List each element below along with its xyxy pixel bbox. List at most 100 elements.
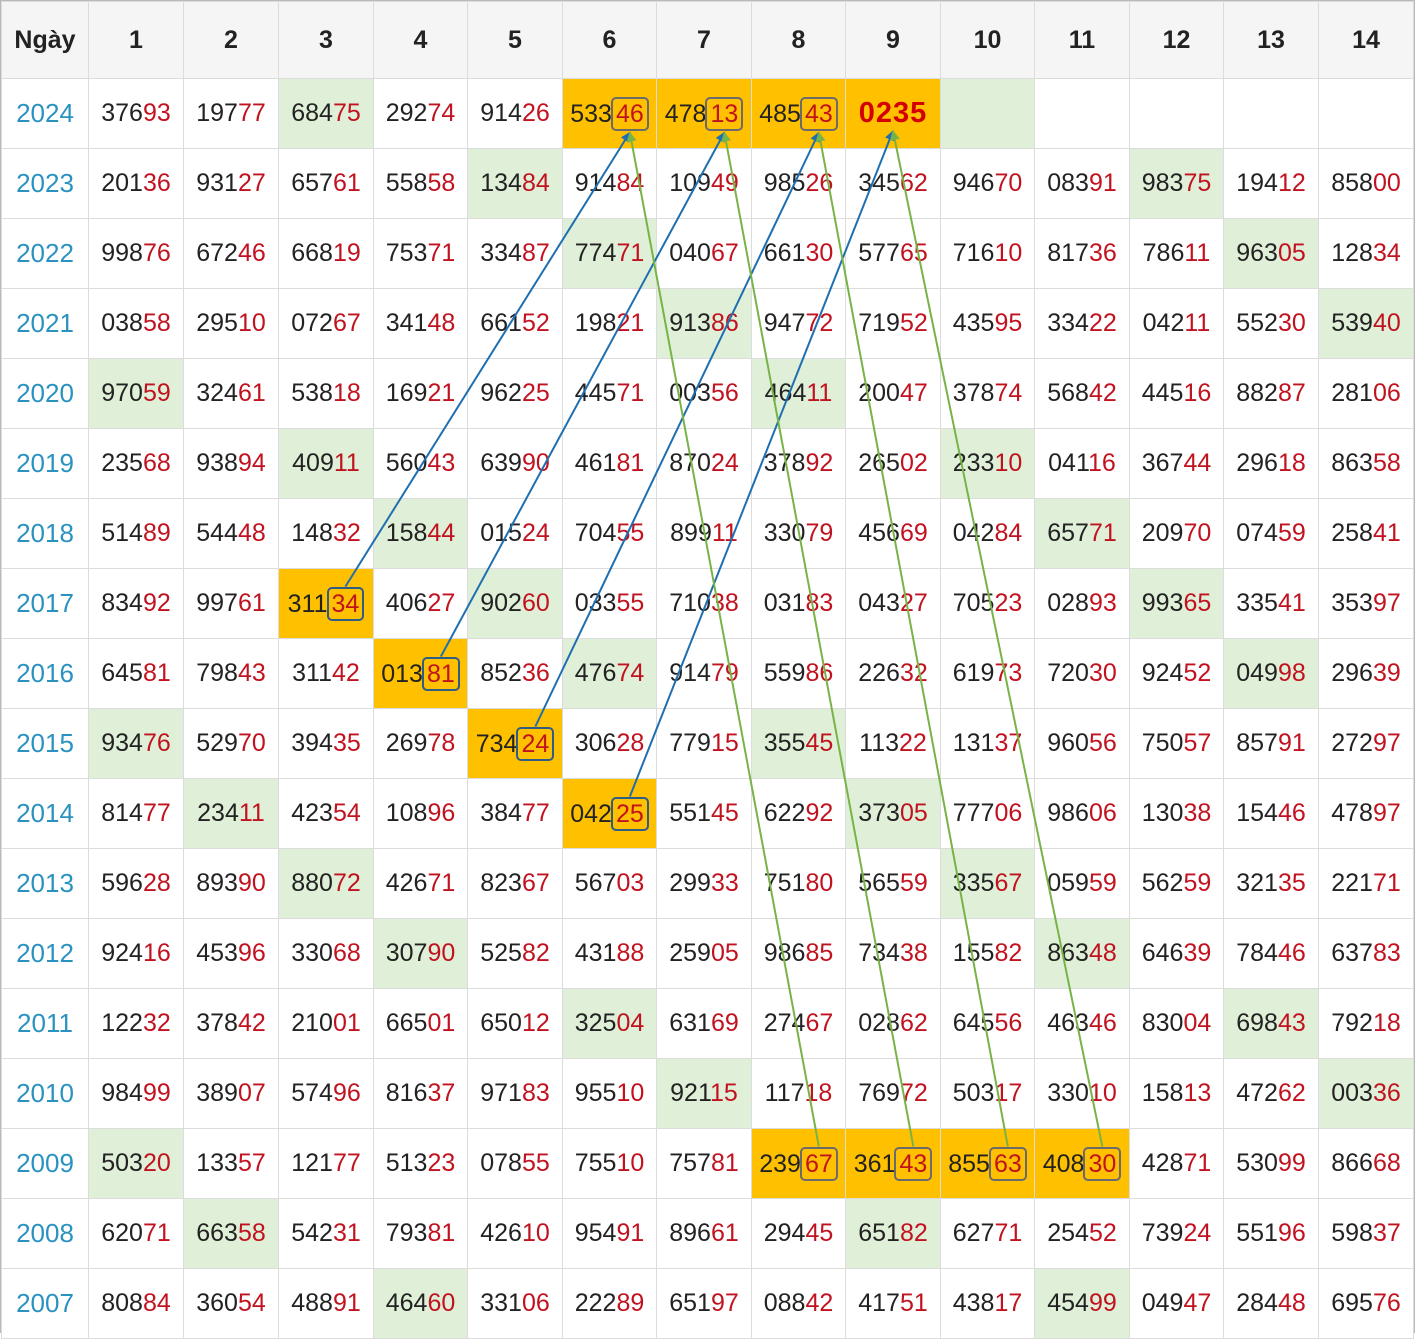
result-cell: 57496 <box>278 1058 374 1129</box>
number-tail: 28 <box>616 729 645 757</box>
table-row: 2015 93476 52970 39435 26978 734 24 30628 77915 3… <box>1 708 1414 779</box>
number-head: 816 <box>385 1079 428 1107</box>
number-tail: 34 <box>1372 239 1401 267</box>
result-cell: 55986 <box>751 638 846 709</box>
year-cell: 2014 <box>1 778 89 849</box>
result-cell: 78446 <box>1223 918 1319 989</box>
number-head: 331 <box>480 1289 522 1317</box>
result-cell: 013 81 <box>373 638 468 709</box>
result-cell: 97183 <box>467 1058 563 1129</box>
result-cell: 29445 <box>751 1198 846 1269</box>
number-head: 503 <box>952 1079 995 1107</box>
number-tail: 16 <box>142 939 171 967</box>
number-head: 299 <box>669 869 711 897</box>
result-cell: 02893 <box>1034 568 1130 639</box>
number-tail: 37 <box>994 729 1023 757</box>
number-head: 355 <box>763 729 806 757</box>
result-cell: 55145 <box>656 778 752 849</box>
number-tail: 18 <box>804 1079 833 1107</box>
result-cell: 71610 <box>940 218 1035 289</box>
result-cell: 75510 <box>562 1128 657 1199</box>
result-cell: 20970 <box>1129 498 1224 569</box>
header-day-14: 14 <box>1318 1 1414 79</box>
number-head: 038 <box>101 309 143 337</box>
year-cell: 2010 <box>1 1058 89 1129</box>
year-cell: 2009 <box>1 1128 89 1199</box>
result-cell: 26978 <box>373 708 468 779</box>
number-tail: 46 <box>1277 799 1306 827</box>
highlighted-tail: 25 <box>610 796 649 831</box>
number-tail: 37 <box>1372 1219 1401 1247</box>
number-head: 043 <box>858 589 900 617</box>
number-head: 574 <box>291 1079 333 1107</box>
number-head: 852 <box>480 659 522 687</box>
number-head: 239 <box>759 1149 801 1178</box>
table-row: 2012 92416 45396 33068 30790 52582 43188 25905 9… <box>1 918 1414 989</box>
number-head: 568 <box>1047 379 1089 407</box>
number-tail: 91 <box>1277 729 1306 757</box>
number-head: 858 <box>1331 169 1373 197</box>
result-cell: 75371 <box>373 218 468 289</box>
number-tail: 24 <box>521 519 550 547</box>
number-head: 134 <box>480 169 522 197</box>
result-cell <box>1129 78 1224 149</box>
result-cell: 62292 <box>751 778 846 849</box>
result-cell: 77915 <box>656 708 752 779</box>
result-cell: 20047 <box>845 358 941 429</box>
number-head: 672 <box>196 239 238 267</box>
number-head: 560 <box>385 449 428 477</box>
result-cell: 78611 <box>1129 218 1224 289</box>
number-tail: 61 <box>237 379 266 407</box>
number-tail: 27 <box>899 589 928 617</box>
number-head: 222 <box>574 1289 617 1317</box>
number-head: 258 <box>1331 519 1373 547</box>
result-cell: 11718 <box>751 1058 846 1129</box>
result-cell: 51323 <box>373 1128 468 1199</box>
number-head: 947 <box>763 309 806 337</box>
number-tail: 10 <box>994 449 1023 477</box>
result-cell: 91479 <box>656 638 752 709</box>
number-tail: 60 <box>521 589 550 617</box>
result-cell: 42610 <box>467 1198 563 1269</box>
result-cell: 81637 <box>373 1058 468 1129</box>
number-tail: 35 <box>332 729 361 757</box>
number-tail: 11 <box>806 379 833 407</box>
number-head: 435 <box>952 309 995 337</box>
result-cell: 47674 <box>562 638 657 709</box>
result-cell: 43817 <box>940 1268 1035 1339</box>
result-cell: 33487 <box>467 218 563 289</box>
result-cell: 96225 <box>467 358 563 429</box>
number-tail: 56 <box>710 379 739 407</box>
number-head: 753 <box>385 239 428 267</box>
header-day-12: 12 <box>1129 1 1224 79</box>
result-cell: 12177 <box>278 1128 374 1199</box>
current-prediction-value: 0235 <box>858 97 928 129</box>
number-tail: 11 <box>1184 309 1211 337</box>
number-tail: 96 <box>332 1079 361 1107</box>
number-head: 970 <box>101 379 143 407</box>
table-row: 2016 64581 79843 31142 013 81 85236 47674 91479 5… <box>1 638 1414 709</box>
number-tail: 99 <box>142 1079 171 1107</box>
highlighted-tail: 43 <box>894 1146 933 1181</box>
result-cell: 86668 <box>1318 1128 1414 1199</box>
number-head: 830 <box>1141 1009 1184 1037</box>
number-tail: 95 <box>994 309 1023 337</box>
result-cell: 29639 <box>1318 638 1414 709</box>
result-cell: 69576 <box>1318 1268 1414 1339</box>
result-cell: 25841 <box>1318 498 1414 569</box>
result-cell: 65182 <box>845 1198 941 1269</box>
result-cell: 94772 <box>751 288 846 359</box>
number-tail: 04 <box>616 1009 645 1037</box>
result-cell: 37892 <box>751 428 846 499</box>
number-tail: 67 <box>805 1009 834 1037</box>
result-cell: 97059 <box>88 358 184 429</box>
table-row: 2014 81477 23411 42354 10896 38477 042 25 55145 6… <box>1 778 1414 849</box>
result-cell: 91386 <box>656 288 752 359</box>
table-row: 2013 59628 89390 88072 42671 82367 56703 29933 7… <box>1 848 1414 919</box>
number-head: 784 <box>1236 939 1278 967</box>
result-cell: 98526 <box>751 148 846 219</box>
number-tail: 38 <box>1183 799 1212 827</box>
number-tail: 37 <box>427 1079 456 1107</box>
number-tail: 26 <box>521 99 550 127</box>
highlighted-tail: 34 <box>326 586 365 621</box>
